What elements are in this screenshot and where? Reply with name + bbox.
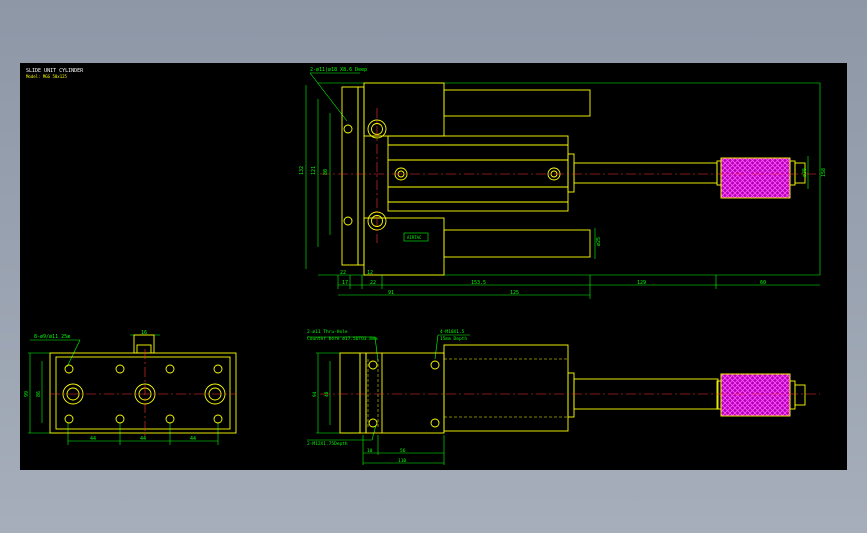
side-view-knurled-knob [720, 373, 791, 417]
cad-drawing: SLIDE UNIT CYLINDER Model: MGG 50x125 AI… [24, 67, 827, 465]
dim-step-b: 22 [370, 280, 376, 286]
dim-stroke-offset: 91 [388, 290, 394, 296]
end-view-dim-h1: 99 [24, 391, 30, 397]
title-line-2: Model: MGG 50x125 [26, 74, 68, 79]
side-view-dim-h2: 48 [324, 391, 330, 397]
side-view: 2-ø11 Thru-Hole Counter bore ø17.5DTO3.8… [307, 329, 820, 465]
dim-rod-dia: ø36 [802, 168, 808, 177]
end-view-dim-pitch-1: 44 [90, 436, 96, 442]
dim-step-a: 12 [367, 270, 373, 276]
dim-knob-height: 158 [821, 168, 827, 177]
dim-stroke: 125 [510, 290, 519, 296]
end-view-dim-top: 16 [141, 330, 147, 336]
cad-drawing-area: SLIDE UNIT CYLINDER Model: MGG 50x125 AI… [20, 63, 847, 470]
side-view-dim-c: 110 [398, 458, 406, 464]
top-view: AIRTAC 2-ø11(ø18 X8.6 Deep 132 121 80 22… [299, 67, 827, 299]
dim-inner-height: 80 [323, 169, 329, 175]
side-view-dim-b: 56 [400, 448, 406, 454]
end-view-dim-h2: 86 [36, 391, 42, 397]
top-view-knurled-knob [720, 157, 791, 199]
end-view-dim-pitch-2: 44 [140, 436, 146, 442]
top-view-hole-note: 2-ø11(ø18 X8.6 Deep [310, 67, 367, 73]
end-view-hole-note: 8-ø9/ø11 25æ [34, 334, 70, 340]
side-view-dim-h1: 94 [312, 391, 318, 397]
end-view-center-lines [50, 349, 236, 439]
side-view-note-top-left-1: 2-ø11 Thru-Hole [307, 329, 348, 335]
end-view-dimension-lines [28, 334, 219, 445]
dim-body-len: 153.5 [471, 280, 486, 286]
end-view-dim-pitch-3: 44 [190, 436, 196, 442]
side-view-note-top-right-1: 4-M10X1.5 [440, 329, 465, 335]
dim-overall-height: 132 [299, 166, 305, 175]
dim-base-b: 17 [342, 280, 348, 286]
side-view-note-bottom: 2-M12X1.75Depth [307, 441, 348, 447]
dim-base-a: 22 [340, 270, 346, 276]
dim-rail-height: 121 [311, 166, 317, 175]
end-view-body [49, 334, 237, 434]
dim-knob-len: 60 [760, 280, 766, 286]
top-view-badge: AIRTAC [407, 235, 422, 240]
end-view: 8-ø9/ø11 25æ 16 99 86 44 44 44 [24, 330, 237, 445]
side-view-note-top-right-2: 15mm Depth [440, 336, 467, 342]
side-view-dim-a: 10 [367, 448, 373, 454]
dim-rod-len: 129 [637, 280, 646, 286]
side-view-note-top-left-2: Counter bore ø17.5DTO3.8mm [307, 336, 378, 342]
dim-rod-side: ø25 [596, 237, 602, 246]
